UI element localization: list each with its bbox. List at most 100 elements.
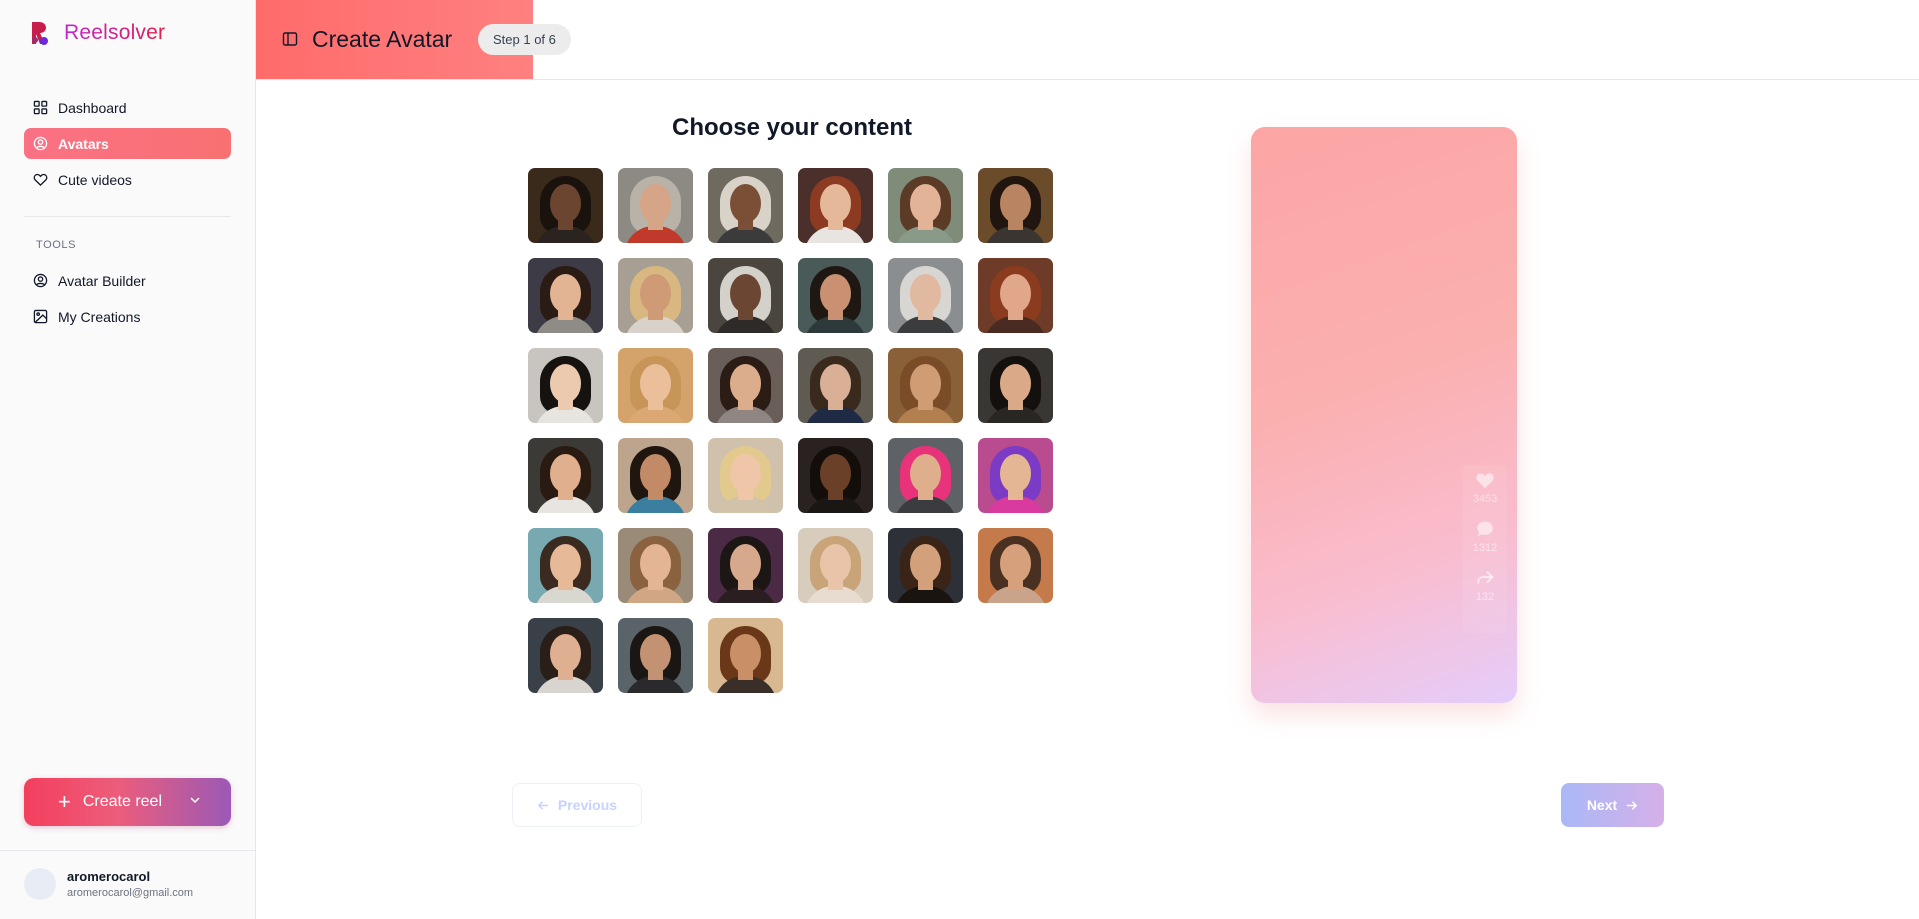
avatar-head: [550, 364, 581, 403]
grid-icon: [33, 100, 48, 115]
avatar-grid: [528, 168, 1053, 693]
previous-button[interactable]: Previous: [512, 783, 642, 827]
sidebar-item-label: Cute videos: [58, 171, 132, 188]
avatar-head: [1000, 544, 1031, 583]
avatar-option[interactable]: [888, 528, 963, 603]
user-profile[interactable]: aromerocarol aromerocarol@gmail.com: [24, 868, 193, 900]
sidebar-item-dashboard[interactable]: Dashboard: [24, 92, 231, 123]
avatar-option[interactable]: [888, 258, 963, 333]
arrow-right-icon: [1627, 800, 1638, 810]
avatar-option[interactable]: [888, 168, 963, 243]
avatar-option[interactable]: [618, 258, 693, 333]
avatar-head: [910, 364, 941, 403]
avatar-option[interactable]: [978, 348, 1053, 423]
page-title: Create Avatar: [312, 26, 453, 52]
avatar-option[interactable]: [708, 528, 783, 603]
avatar-option[interactable]: [528, 168, 603, 243]
avatar-option[interactable]: [708, 618, 783, 693]
chevron-down-icon[interactable]: [189, 794, 201, 806]
avatar-option[interactable]: [798, 168, 873, 243]
share-action[interactable]: 132: [1474, 567, 1496, 603]
avatar-option[interactable]: [798, 438, 873, 513]
like-count: 3453: [1472, 493, 1498, 505]
avatar-option[interactable]: [978, 258, 1053, 333]
avatar-head: [910, 184, 941, 223]
avatar-head: [640, 544, 671, 583]
avatar-option[interactable]: [528, 618, 603, 693]
avatar-head: [640, 454, 671, 493]
avatar-head: [910, 274, 941, 313]
sidebar-item-avatars[interactable]: Avatars: [24, 128, 231, 159]
avatar-option[interactable]: [798, 348, 873, 423]
tools-heading: TOOLS: [36, 239, 77, 251]
user-divider: [0, 850, 256, 851]
section-title: Choose your content: [671, 114, 912, 141]
image-icon: [33, 309, 48, 324]
avatar-option[interactable]: [618, 168, 693, 243]
avatar-option[interactable]: [618, 438, 693, 513]
avatar-option[interactable]: [708, 258, 783, 333]
avatar-option[interactable]: [618, 348, 693, 423]
avatar-head: [730, 454, 761, 493]
next-label: Next: [1586, 797, 1618, 813]
avatar-head: [820, 274, 851, 313]
sidebar-item-avatar-builder[interactable]: Avatar Builder: [24, 265, 231, 296]
avatar-option[interactable]: [528, 258, 603, 333]
avatar-option[interactable]: [528, 438, 603, 513]
avatar-head: [730, 544, 761, 583]
avatar-head: [1000, 184, 1031, 223]
avatar-option[interactable]: [978, 528, 1053, 603]
sidebar-item-label: Avatars: [58, 135, 109, 152]
sidebar-toggle-icon[interactable]: [282, 31, 298, 47]
avatar-head: [1000, 454, 1031, 493]
avatar-head: [730, 184, 761, 223]
avatar-option[interactable]: [618, 528, 693, 603]
preview-actions: 3453 1312 132: [1463, 465, 1507, 633]
brand[interactable]: Reelsolver: [30, 20, 165, 46]
create-reel-button[interactable]: + Create reel: [24, 778, 231, 826]
avatar-head: [820, 184, 851, 223]
brand-logo-icon: [32, 22, 48, 45]
avatar-head: [910, 454, 941, 493]
share-count: 132: [1475, 591, 1495, 603]
sidebar: Reelsolver Dashboard Avatars Cute videos…: [0, 0, 256, 919]
heart-icon: [33, 173, 48, 187]
share-icon: [1477, 570, 1494, 584]
avatar-head: [550, 544, 581, 583]
user-circle-icon: [33, 136, 48, 151]
avatar-option[interactable]: [978, 438, 1053, 513]
avatar-option[interactable]: [708, 438, 783, 513]
avatar-option[interactable]: [528, 528, 603, 603]
arrow-left-icon: [537, 800, 549, 810]
sidebar-item-my-creations[interactable]: My Creations: [24, 301, 231, 332]
avatar-option[interactable]: [618, 618, 693, 693]
next-button[interactable]: Next: [1561, 783, 1664, 827]
avatar-option[interactable]: [708, 348, 783, 423]
avatar-option[interactable]: [888, 438, 963, 513]
avatar-option[interactable]: [888, 348, 963, 423]
reel-preview: 3453 1312 132: [1251, 127, 1517, 703]
create-reel-label: Create reel: [82, 793, 163, 810]
avatar-head: [550, 634, 581, 673]
user-circle-icon: [33, 273, 48, 288]
avatar-option[interactable]: [528, 348, 603, 423]
avatar-head: [1000, 364, 1031, 403]
comment-icon: [1477, 521, 1493, 536]
plus-icon: +: [58, 789, 71, 814]
comment-action[interactable]: 1312: [1473, 518, 1497, 554]
avatar-option[interactable]: [978, 168, 1053, 243]
sidebar-item-label: My Creations: [58, 308, 141, 325]
avatar-head: [550, 184, 581, 223]
avatar-option[interactable]: [798, 528, 873, 603]
brand-name: Reelsolver: [64, 21, 166, 44]
avatar-head: [640, 634, 671, 673]
avatar-head: [640, 274, 671, 313]
user-name: aromerocarol: [67, 869, 151, 884]
like-action[interactable]: 3453: [1473, 469, 1497, 505]
sidebar-item-cute-videos[interactable]: Cute videos: [24, 164, 231, 195]
heart-icon: [1476, 473, 1494, 489]
sidebar-item-label: Dashboard: [58, 99, 127, 116]
page-header: Create Avatar Step 1 of 6: [256, 0, 1919, 80]
avatar-option[interactable]: [708, 168, 783, 243]
avatar-option[interactable]: [798, 258, 873, 333]
